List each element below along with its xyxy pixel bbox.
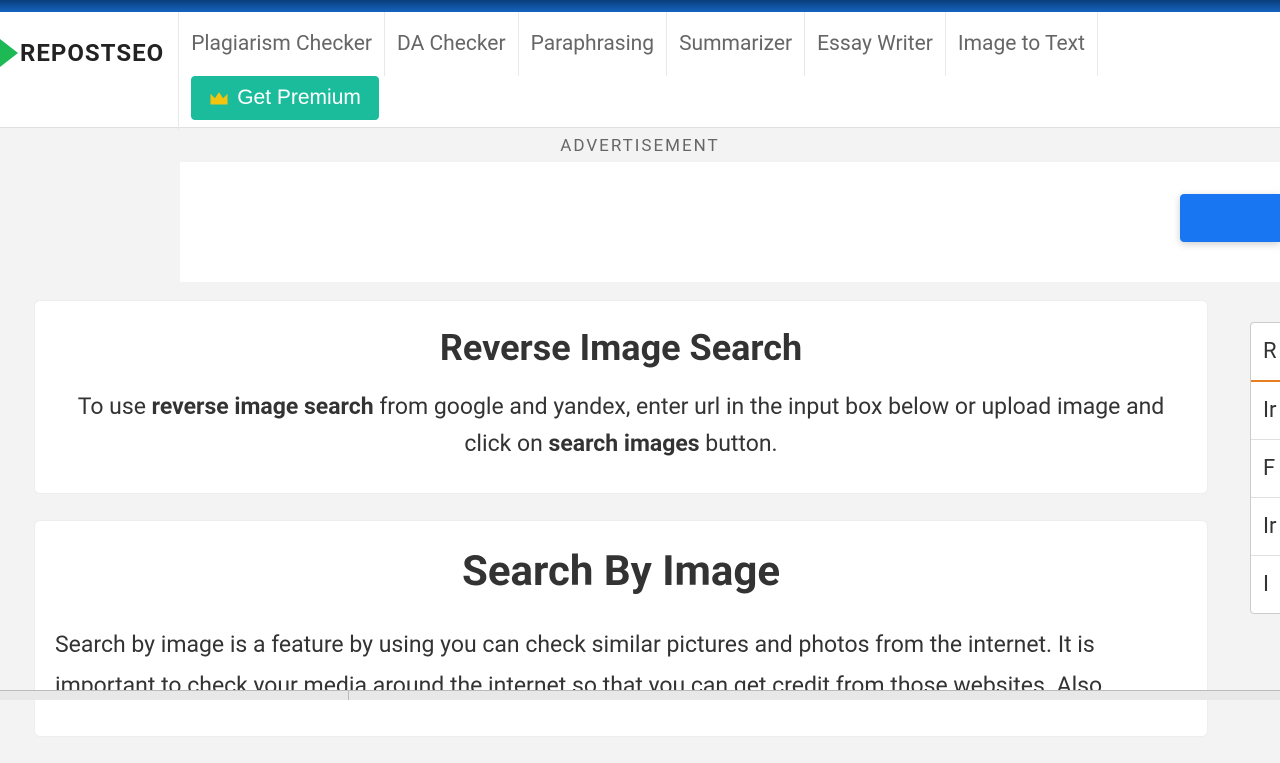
reverse-image-search-card: Reverse Image Search To use reverse imag… <box>34 300 1208 494</box>
nav-essay-writer[interactable]: Essay Writer <box>805 12 946 76</box>
sidebar-item[interactable]: Ir <box>1251 382 1280 440</box>
sidebar-item[interactable]: R <box>1251 323 1280 382</box>
right-sidebar: R Ir F Ir I <box>1250 322 1280 614</box>
sidebar-item[interactable]: I <box>1251 556 1280 613</box>
premium-label: Get Premium <box>237 86 361 110</box>
nav-plagiarism-checker[interactable]: Plagiarism Checker <box>179 12 385 76</box>
nav-paraphrasing[interactable]: Paraphrasing <box>519 12 668 76</box>
floating-blue-button[interactable] <box>1180 194 1280 242</box>
main-nav: Plagiarism Checker DA Checker Paraphrasi… <box>179 12 1098 76</box>
get-premium-button[interactable]: Get Premium <box>191 76 379 120</box>
nav-summarizer[interactable]: Summarizer <box>667 12 805 76</box>
desc-bold: reverse image search <box>152 393 374 420</box>
advertisement-box <box>180 162 1280 282</box>
advertisement-label: ADVERTISEMENT <box>0 136 1280 156</box>
logo-arrow-icon <box>0 39 18 67</box>
nav-da-checker[interactable]: DA Checker <box>385 12 519 76</box>
top-accent-bar <box>0 0 1280 12</box>
crown-icon <box>209 90 229 106</box>
header: REPOSTSEO Plagiarism Checker DA Checker … <box>0 12 1280 128</box>
desc-text: To use <box>78 393 152 420</box>
premium-row: Get Premium <box>179 76 1098 130</box>
bottom-status-bar <box>0 690 1280 700</box>
nav-image-to-text[interactable]: Image to Text <box>946 12 1098 76</box>
section-title: Reverse Image Search <box>55 327 1187 369</box>
search-by-image-card: Search By Image Search by image is a fea… <box>34 520 1208 738</box>
desc-bold: search images <box>549 430 700 457</box>
logo-text: REPOSTSEO <box>20 39 164 67</box>
section-description: To use reverse image search from google … <box>55 389 1187 463</box>
sidebar-item[interactable]: Ir <box>1251 498 1280 556</box>
section-title: Search By Image <box>55 547 1187 596</box>
desc-text: button. <box>700 430 778 457</box>
logo[interactable]: REPOSTSEO <box>0 12 178 76</box>
sidebar-item[interactable]: F <box>1251 440 1280 498</box>
bottom-divider <box>348 691 349 700</box>
nav-container: Plagiarism Checker DA Checker Paraphrasi… <box>178 12 1098 130</box>
